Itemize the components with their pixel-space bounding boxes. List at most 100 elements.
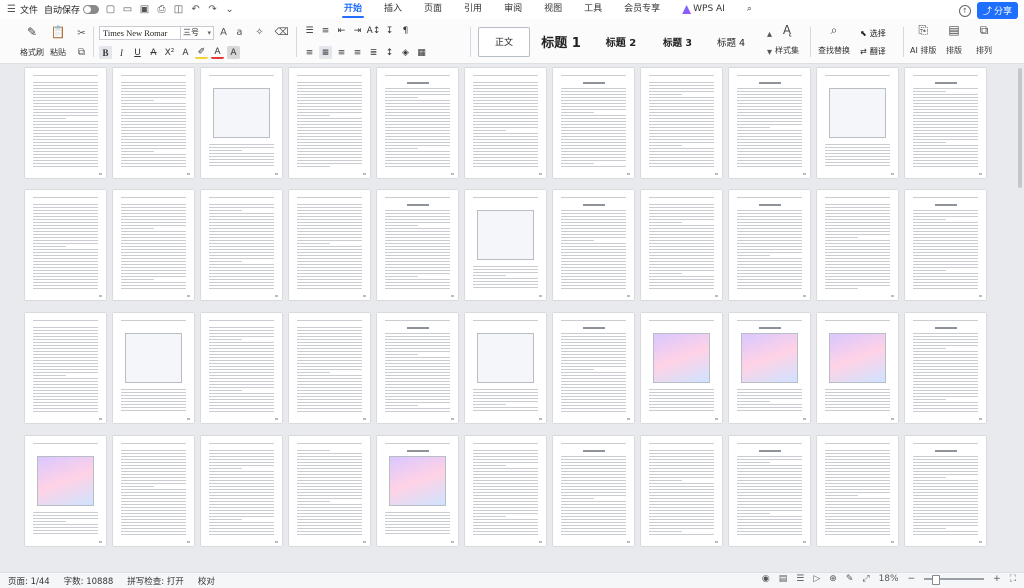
page-thumbnail[interactable]: [729, 68, 810, 178]
decrease-indent-icon[interactable]: ⇤: [335, 24, 348, 37]
tab-6[interactable]: 工具: [573, 0, 613, 19]
style-heading-4[interactable]: 标题 4: [705, 27, 757, 57]
tab-3[interactable]: 引用: [453, 0, 493, 19]
zoom-out-icon[interactable]: −: [908, 574, 916, 584]
page-thumbnail[interactable]: [817, 436, 898, 546]
page-thumbnail[interactable]: [729, 436, 810, 546]
page-thumbnail[interactable]: [113, 313, 194, 423]
autosave-toggle[interactable]: 自动保存: [44, 3, 100, 16]
style-heading-3[interactable]: 标题 3: [650, 27, 705, 57]
page-thumbnail[interactable]: [377, 68, 458, 178]
outline-view-icon[interactable]: ☰: [796, 574, 804, 584]
page-thumbnail[interactable]: [201, 190, 282, 300]
page-thumbnail[interactable]: [289, 436, 370, 546]
bullet-list-icon[interactable]: ☰: [303, 24, 316, 37]
gallery-expand-icon[interactable]: ▾: [764, 47, 775, 58]
superscript-icon[interactable]: X²: [163, 46, 176, 59]
clear-format-icon[interactable]: ⌫: [274, 27, 288, 38]
page-thumbnail[interactable]: [641, 190, 722, 300]
page-thumbnail[interactable]: [905, 68, 986, 178]
word-count[interactable]: 字数: 10888: [64, 575, 114, 587]
pen-icon[interactable]: ✎: [846, 574, 854, 584]
page-thumbnail[interactable]: [641, 68, 722, 178]
page-thumbnail[interactable]: [817, 190, 898, 300]
page-thumbnail[interactable]: [289, 313, 370, 423]
page-thumbnail[interactable]: [25, 190, 106, 300]
page-thumbnail[interactable]: [201, 436, 282, 546]
find-replace-button[interactable]: ⌕ 查找替换: [818, 23, 850, 56]
line-spacing-icon[interactable]: ↕: [383, 46, 396, 59]
italic-icon[interactable]: I: [115, 46, 128, 59]
borders-icon[interactable]: ▦: [415, 46, 428, 59]
page-thumbnail[interactable]: [25, 436, 106, 546]
page-thumbnail[interactable]: [465, 68, 546, 178]
grow-font-icon[interactable]: A: [218, 27, 229, 38]
page-thumbnail[interactable]: [113, 68, 194, 178]
numbered-list-icon[interactable]: ≡: [319, 24, 332, 37]
page-thumbnail[interactable]: [465, 436, 546, 546]
more-chevron-icon[interactable]: ⌄: [224, 4, 235, 15]
tab-2[interactable]: 页面: [413, 0, 453, 19]
highlight-icon[interactable]: ✐: [195, 46, 208, 59]
page-thumbnail[interactable]: [201, 313, 282, 423]
text-effect-icon[interactable]: ✧: [254, 27, 265, 38]
web-view-icon[interactable]: ⊕: [829, 574, 837, 584]
align-center-icon[interactable]: ≡: [319, 46, 332, 59]
page-thumbnail[interactable]: [289, 190, 370, 300]
cloud-sync-icon[interactable]: ↑: [958, 4, 971, 17]
tab-1[interactable]: 插入: [373, 0, 413, 19]
page-thumbnail[interactable]: [465, 190, 546, 300]
style-heading-2[interactable]: 标题 2: [592, 27, 650, 57]
share-button[interactable]: ⤴ 分享: [976, 2, 1018, 19]
save-icon[interactable]: ▣: [139, 4, 150, 15]
format-painter-button[interactable]: ✎ 格式刷: [20, 25, 44, 58]
proofread-button[interactable]: 校对: [198, 575, 215, 587]
print-icon[interactable]: ⎙: [156, 4, 167, 15]
fit-page-icon[interactable]: ⤢: [862, 574, 869, 584]
vertical-scrollbar[interactable]: [1016, 64, 1024, 572]
justify-icon[interactable]: ≡: [351, 46, 364, 59]
style-heading-1[interactable]: 标题 1: [530, 27, 592, 57]
tab-0[interactable]: 开始: [333, 0, 373, 19]
open-folder-icon[interactable]: ▭: [122, 4, 133, 15]
gallery-scroll-icon[interactable]: ▴: [764, 29, 775, 40]
page-indicator[interactable]: 页面: 1/44: [8, 575, 50, 587]
page-thumbnail[interactable]: [641, 313, 722, 423]
translate-button[interactable]: ⇄ 翻译: [860, 46, 886, 57]
page-thumbnail[interactable]: [905, 313, 986, 423]
page-thumbnail[interactable]: [289, 68, 370, 178]
eye-protection-icon[interactable]: ◉: [762, 574, 770, 584]
page-thumbnail[interactable]: [817, 68, 898, 178]
strikethrough-icon[interactable]: A: [147, 46, 160, 59]
zoom-in-icon[interactable]: +: [993, 574, 1001, 584]
print-preview-icon[interactable]: ◫: [173, 4, 184, 15]
cut-icon[interactable]: ✂: [76, 28, 87, 39]
spell-check-status[interactable]: 拼写检查: 打开: [127, 575, 184, 587]
page-thumbnail[interactable]: [201, 68, 282, 178]
font-size-select[interactable]: 三号 ▾: [180, 26, 214, 40]
bold-icon[interactable]: B: [99, 46, 112, 59]
tab-5[interactable]: 视图: [533, 0, 573, 19]
redo-icon[interactable]: ↷: [207, 4, 218, 15]
new-document-icon[interactable]: ▢: [105, 4, 116, 15]
tab-7[interactable]: 会员专享: [613, 0, 671, 19]
zoom-slider[interactable]: [924, 575, 985, 585]
text-direction-icon[interactable]: A↕: [367, 24, 381, 37]
page-thumbnail[interactable]: [817, 313, 898, 423]
increase-indent-icon[interactable]: ⇥: [351, 24, 364, 37]
layout-button[interactable]: ▤ 排版: [946, 23, 962, 56]
show-marks-icon[interactable]: ¶: [399, 24, 412, 37]
align-right-icon[interactable]: ≡: [335, 46, 348, 59]
page-thumbnail[interactable]: [377, 190, 458, 300]
page-thumbnail[interactable]: [729, 313, 810, 423]
text-border-icon[interactable]: A: [179, 46, 192, 59]
page-thumbnail[interactable]: [377, 436, 458, 546]
font-color-icon[interactable]: A: [211, 46, 224, 59]
shrink-font-icon[interactable]: a: [234, 27, 245, 38]
play-icon[interactable]: ▷: [813, 574, 820, 584]
ai-layout-button[interactable]: ⎘ AI 排版: [910, 23, 936, 56]
align-left-icon[interactable]: ≡: [303, 46, 316, 59]
fullscreen-icon[interactable]: ⛶: [1010, 574, 1016, 584]
page-thumbnail[interactable]: [113, 436, 194, 546]
wps-ai-tab[interactable]: WPS AI: [671, 0, 736, 19]
